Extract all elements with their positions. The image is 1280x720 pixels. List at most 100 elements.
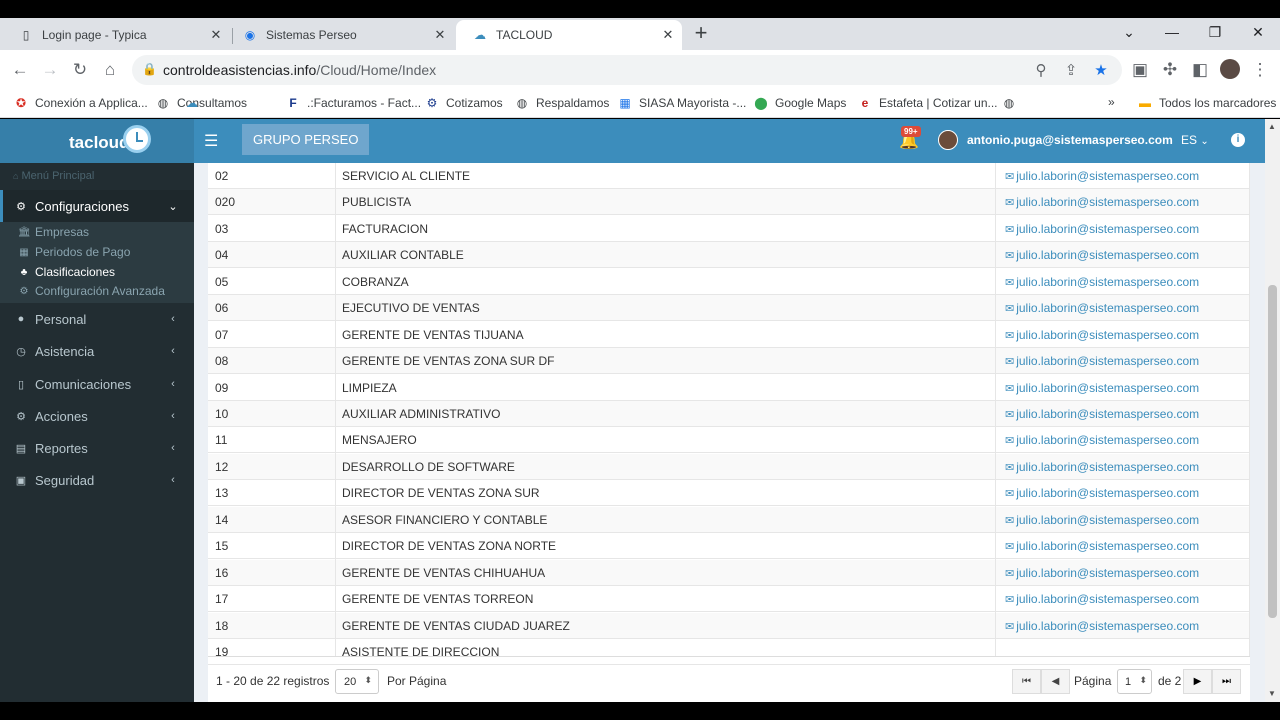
cell-email[interactable]: ✉ julio.laborin@sistemasperseo.com xyxy=(1005,275,1199,289)
cell-email[interactable]: ✉ julio.laborin@sistemasperseo.com xyxy=(1005,539,1199,553)
cell-email[interactable]: ✉ julio.laborin@sistemasperseo.com xyxy=(1005,354,1199,368)
email-text[interactable]: julio.laborin@sistemasperseo.com xyxy=(1016,619,1199,633)
side-panel-icon[interactable]: ◧ xyxy=(1189,59,1211,81)
email-text[interactable]: julio.laborin@sistemasperseo.com xyxy=(1016,460,1199,474)
sidebar-subitem-empresas[interactable]: 🏛 Empresas xyxy=(18,225,89,239)
table-row[interactable]: 02 SERVICIO AL CLIENTE ✉ julio.laborin@sist… xyxy=(208,163,1250,189)
cell-email[interactable]: ✉ julio.laborin@sistemasperseo.com xyxy=(1005,328,1199,342)
lock-icon[interactable]: 🔒 xyxy=(142,62,157,76)
table-row[interactable]: 18 GERENTE DE VENTAS CIUDAD JUAREZ ✉ julio.… xyxy=(208,613,1250,639)
table-row[interactable]: 06 EJECUTIVO DE VENTAS ✉ julio.laborin@sist… xyxy=(208,295,1250,321)
sidebar-item-comunicaciones[interactable]: ▯ Comunicaciones ‹ xyxy=(0,368,194,400)
close-icon[interactable]: ✕ xyxy=(660,27,676,43)
table-row[interactable]: 13 DIRECTOR DE VENTAS ZONA SUR ✉ julio.labo… xyxy=(208,480,1250,506)
scroll-down-icon[interactable]: ▼ xyxy=(1268,689,1276,698)
home-icon[interactable]: ⌂ xyxy=(99,59,121,81)
user-email[interactable]: antonio.puga@sistemasperseo.com xyxy=(967,133,1173,147)
restore-icon[interactable]: ❐ xyxy=(1203,22,1227,42)
email-text[interactable]: julio.laborin@sistemasperseo.com xyxy=(1016,539,1199,553)
email-text[interactable]: julio.laborin@sistemasperseo.com xyxy=(1016,275,1199,289)
sidebar-item-reportes[interactable]: ▤ Reportes ‹ xyxy=(0,432,194,464)
tab-search-icon[interactable]: ⌄ xyxy=(1117,22,1141,42)
email-text[interactable]: julio.laborin@sistemasperseo.com xyxy=(1016,328,1199,342)
email-text[interactable]: julio.laborin@sistemasperseo.com xyxy=(1016,407,1199,421)
table-row[interactable]: 15 DIRECTOR DE VENTAS ZONA NORTE ✉ julio.la… xyxy=(208,533,1250,559)
email-text[interactable]: julio.laborin@sistemasperseo.com xyxy=(1016,354,1199,368)
sidebar-item-acciones[interactable]: ⚙ Acciones ‹ xyxy=(0,400,194,432)
table-row[interactable]: 04 AUXILIAR CONTABLE ✉ julio.laborin@sistem… xyxy=(208,242,1250,268)
table-row[interactable]: 17 GERENTE DE VENTAS TORREON ✉ julio.labori… xyxy=(208,586,1250,612)
address-bar[interactable]: 🔒 controldeasistencias.info/Cloud/Home/I… xyxy=(132,55,1122,85)
sidebar-item-configuraciones[interactable]: ⚙ Configuraciones ⌄ xyxy=(0,190,194,222)
bookmark-item[interactable]: ◍ xyxy=(1001,95,1023,111)
sidebar-subitem-periodos[interactable]: ▦ Periodos de Pago xyxy=(18,245,130,259)
cell-email[interactable]: ✉ julio.laborin@sistemasperseo.com xyxy=(1005,486,1199,500)
email-text[interactable]: julio.laborin@sistemasperseo.com xyxy=(1016,381,1199,395)
tab-sistemas-perseo[interactable]: ◉ Sistemas Perseo ✕ xyxy=(226,20,454,50)
cell-email[interactable]: ✉ julio.laborin@sistemasperseo.com xyxy=(1005,513,1199,527)
forward-icon[interactable]: → xyxy=(39,59,61,81)
table-row[interactable]: 03 FACTURACION ✉ julio.laborin@sistemaspers… xyxy=(208,216,1250,242)
sidebar-item-asistencia[interactable]: ◷ Asistencia ‹ xyxy=(0,335,194,367)
email-text[interactable]: julio.laborin@sistemasperseo.com xyxy=(1016,301,1199,315)
email-text[interactable]: julio.laborin@sistemasperseo.com xyxy=(1016,222,1199,236)
language-select[interactable]: ES ⌄ xyxy=(1181,133,1209,147)
cell-email[interactable]: ✉ julio.laborin@sistemasperseo.com xyxy=(1005,169,1199,183)
last-page-button[interactable]: ⏭ xyxy=(1212,669,1241,694)
url-text[interactable]: controldeasistencias.info/Cloud/Home/Ind… xyxy=(163,62,436,78)
tab-login-page[interactable]: ▯ Login page - Typica ✕ xyxy=(2,20,230,50)
menu-icon[interactable]: ⋮ xyxy=(1249,59,1271,81)
email-text[interactable]: julio.laborin@sistemasperseo.com xyxy=(1016,433,1199,447)
more-bookmarks-icon[interactable]: » xyxy=(1108,95,1115,109)
info-icon[interactable]: i xyxy=(1231,133,1245,147)
table-row[interactable]: 10 AUXILIAR ADMINISTRATIVO ✉ julio.laborin@… xyxy=(208,401,1250,427)
bookmark-item[interactable]: ◍ Respaldamos xyxy=(514,95,610,111)
email-text[interactable]: julio.laborin@sistemasperseo.com xyxy=(1016,248,1199,262)
scroll-thumb[interactable] xyxy=(1268,285,1277,618)
sidebar-item-seguridad[interactable]: ▣ Seguridad ‹ xyxy=(0,464,194,496)
window-close-icon[interactable]: ✕ xyxy=(1246,22,1270,42)
cell-email[interactable]: ✉ julio.laborin@sistemasperseo.com xyxy=(1005,222,1199,236)
sidebar-subitem-configuracion-avanzada[interactable]: ⚙ Configuración Avanzada xyxy=(18,284,165,298)
profile-avatar[interactable] xyxy=(1219,59,1241,81)
bookmark-item[interactable]: ☁Consultamos xyxy=(184,95,206,111)
table-row[interactable]: 14 ASESOR FINANCIERO Y CONTABLE ✉ julio.lab… xyxy=(208,507,1250,533)
zoom-icon[interactable]: ⚲ xyxy=(1032,61,1050,79)
table-row[interactable]: 12 DESARROLLO DE SOFTWARE ✉ julio.laborin@s… xyxy=(208,454,1250,480)
table-row[interactable]: 07 GERENTE DE VENTAS TIJUANA ✉ julio.labori… xyxy=(208,322,1250,348)
table-row[interactable]: 020 PUBLICISTA ✉ julio.laborin@sistemaspers… xyxy=(208,189,1250,215)
cell-email[interactable]: ✉ julio.laborin@sistemasperseo.com xyxy=(1005,566,1199,580)
bookmark-item[interactable]: ▦ SIASA Mayorista -... xyxy=(617,95,746,111)
minimize-icon[interactable]: — xyxy=(1160,22,1184,42)
table-row[interactable]: 16 GERENTE DE VENTAS CHIHUAHUA ✉ julio.labo… xyxy=(208,560,1250,586)
cell-email[interactable]: ✉ julio.laborin@sistemasperseo.com xyxy=(1005,460,1199,474)
first-page-button[interactable]: ⏮ xyxy=(1012,669,1041,694)
bookmark-item[interactable]: ⬤ Google Maps xyxy=(753,95,846,111)
avatar[interactable] xyxy=(938,130,958,150)
table-row[interactable]: 08 GERENTE DE VENTAS ZONA SUR DF ✉ julio.la… xyxy=(208,348,1250,374)
close-icon[interactable]: ✕ xyxy=(208,27,224,43)
email-text[interactable]: julio.laborin@sistemasperseo.com xyxy=(1016,486,1199,500)
cell-email[interactable]: ✉ julio.laborin@sistemasperseo.com xyxy=(1005,248,1199,262)
close-icon[interactable]: ✕ xyxy=(432,27,448,43)
extension-icon[interactable]: ▣ xyxy=(1129,59,1151,81)
scroll-up-icon[interactable]: ▲ xyxy=(1268,122,1276,131)
share-icon[interactable]: ⇪ xyxy=(1062,61,1080,79)
bookmark-item[interactable]: F .:Facturamos - Fact... xyxy=(285,95,421,111)
cell-email[interactable]: ✉ julio.laborin@sistemasperseo.com xyxy=(1005,381,1199,395)
email-text[interactable]: julio.laborin@sistemasperseo.com xyxy=(1016,169,1199,183)
cell-email[interactable]: ✉ julio.laborin@sistemasperseo.com xyxy=(1005,592,1199,606)
table-row[interactable]: 11 MENSAJERO ✉ julio.laborin@sistemasperseo… xyxy=(208,427,1250,453)
logo-area[interactable]: tacloud xyxy=(0,119,194,163)
tab-tacloud[interactable]: ☁ TACLOUD ✕ xyxy=(456,20,682,50)
new-tab-icon[interactable]: + xyxy=(690,22,712,44)
bookmark-item[interactable]: ✪ Conexión a Applica... xyxy=(13,95,148,111)
sidebar-item-personal[interactable]: ● Personal ‹ xyxy=(0,303,194,335)
all-bookmarks-folder[interactable]: ▬ Todos los marcadores xyxy=(1137,95,1276,111)
table-row[interactable]: 09 LIMPIEZA ✉ julio.laborin@sistemasperseo.… xyxy=(208,375,1250,401)
cell-email[interactable]: ✉ julio.laborin@sistemasperseo.com xyxy=(1005,433,1199,447)
back-icon[interactable]: ← xyxy=(9,59,31,81)
per-page-select[interactable]: 20 ⬍ xyxy=(335,669,379,694)
cell-email[interactable]: ✉ julio.laborin@sistemasperseo.com xyxy=(1005,407,1199,421)
puzzle-icon[interactable]: ✣ xyxy=(1159,59,1181,81)
